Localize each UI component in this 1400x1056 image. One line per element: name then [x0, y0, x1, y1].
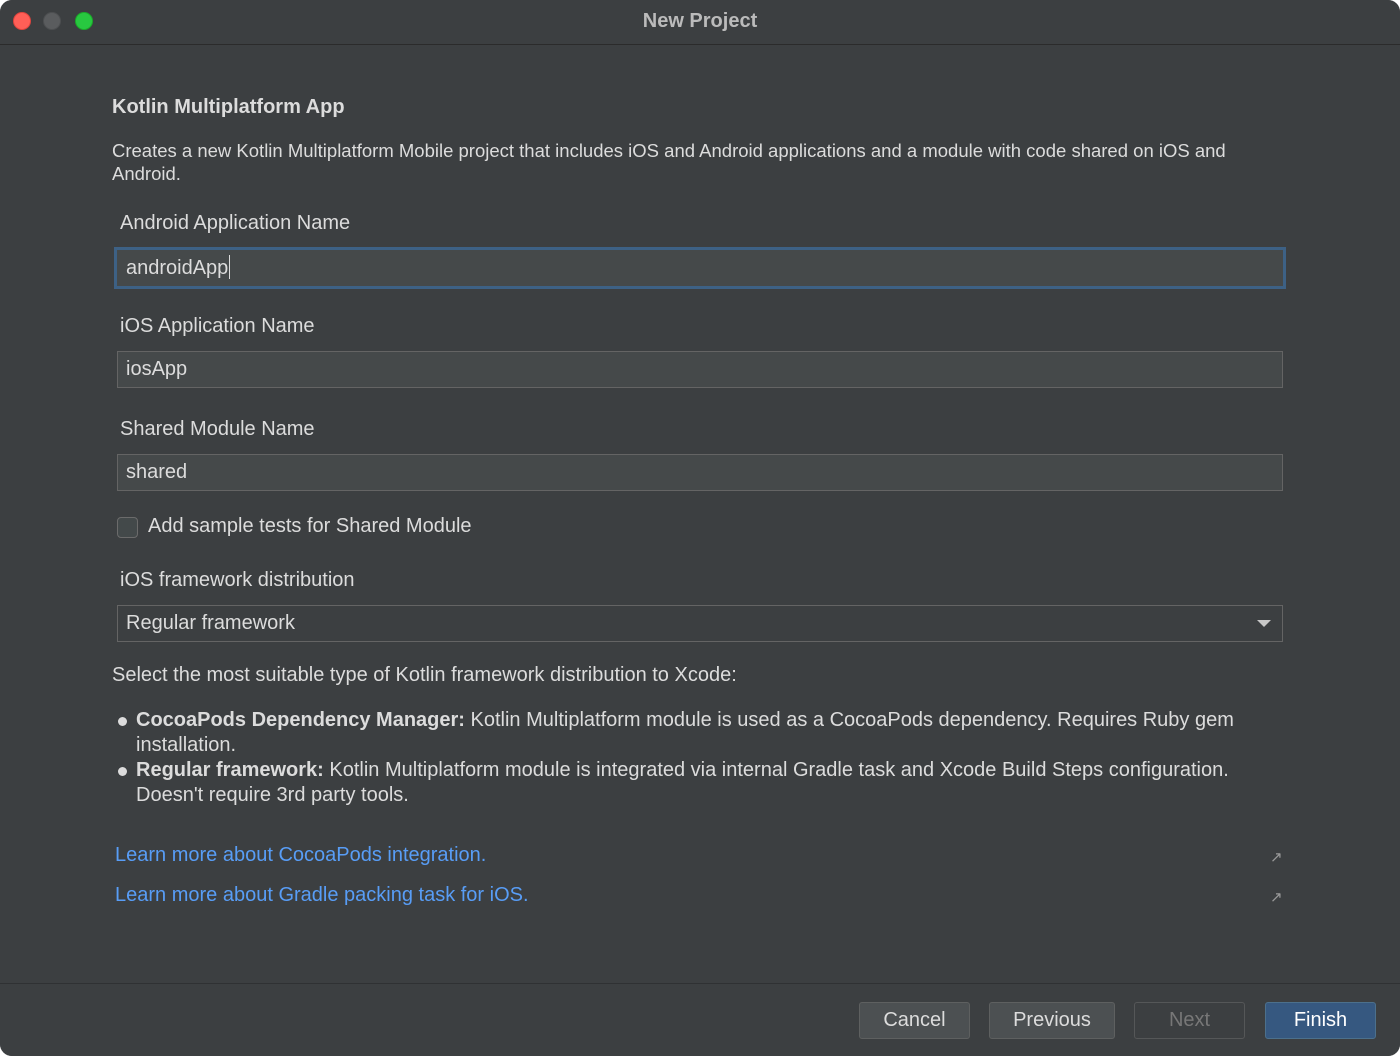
- text-caret: [229, 255, 231, 280]
- list-item-title: CocoaPods Dependency Manager:: [136, 709, 465, 731]
- ios-app-name-label: iOS Application Name: [120, 315, 315, 337]
- bullet-icon: [118, 717, 127, 726]
- framework-distribution-selected: Regular framework: [126, 612, 295, 634]
- new-project-window: New Project Kotlin Multiplatform App Cre…: [0, 0, 1400, 1056]
- bullet-icon: [118, 767, 127, 776]
- finish-button[interactable]: Finish: [1265, 1002, 1376, 1039]
- cancel-button[interactable]: Cancel: [859, 1002, 970, 1039]
- wizard-content: Kotlin Multiplatform App Creates a new K…: [0, 45, 1400, 983]
- framework-distribution-label: iOS framework distribution: [120, 569, 355, 591]
- sample-tests-label[interactable]: Add sample tests for Shared Module: [148, 515, 472, 538]
- external-link-icon[interactable]: ↗: [1270, 888, 1283, 906]
- android-app-name-value: androidApp: [126, 257, 229, 279]
- external-link-icon[interactable]: ↗: [1270, 848, 1283, 866]
- shared-module-name-input[interactable]: shared: [117, 454, 1283, 491]
- framework-distribution-dropdown[interactable]: Regular framework: [117, 605, 1283, 642]
- distribution-options-list: CocoaPods Dependency Manager: Kotlin Mul…: [112, 708, 1292, 808]
- list-item: Regular framework: Kotlin Multiplatform …: [112, 758, 1292, 808]
- chevron-down-icon: [1257, 620, 1271, 627]
- dialog-footer: Cancel Previous Next Finish: [0, 983, 1400, 1056]
- list-item: CocoaPods Dependency Manager: Kotlin Mul…: [112, 708, 1292, 758]
- next-button[interactable]: Next: [1134, 1002, 1245, 1039]
- shared-module-name-label: Shared Module Name: [120, 418, 315, 440]
- gradle-packing-task-link[interactable]: Learn more about Gradle packing task for…: [115, 884, 529, 907]
- ios-app-name-input[interactable]: iosApp: [117, 351, 1283, 388]
- android-app-name-input[interactable]: androidApp: [114, 247, 1286, 289]
- previous-button[interactable]: Previous: [989, 1002, 1115, 1039]
- template-description: Creates a new Kotlin Multiplatform Mobil…: [112, 140, 1226, 184]
- cocoapods-integration-link[interactable]: Learn more about CocoaPods integration.: [115, 844, 486, 867]
- android-app-name-label: Android Application Name: [120, 212, 351, 234]
- shared-module-name-value: shared: [126, 461, 188, 483]
- window-title: New Project: [642, 10, 758, 32]
- template-heading: Kotlin Multiplatform App: [112, 96, 345, 118]
- ios-app-name-value: iosApp: [126, 358, 188, 380]
- distribution-help-intro: Select the most suitable type of Kotlin …: [112, 664, 737, 686]
- list-item-title: Regular framework:: [136, 759, 324, 781]
- title-bar: New Project: [0, 0, 1400, 45]
- sample-tests-checkbox[interactable]: [117, 517, 138, 538]
